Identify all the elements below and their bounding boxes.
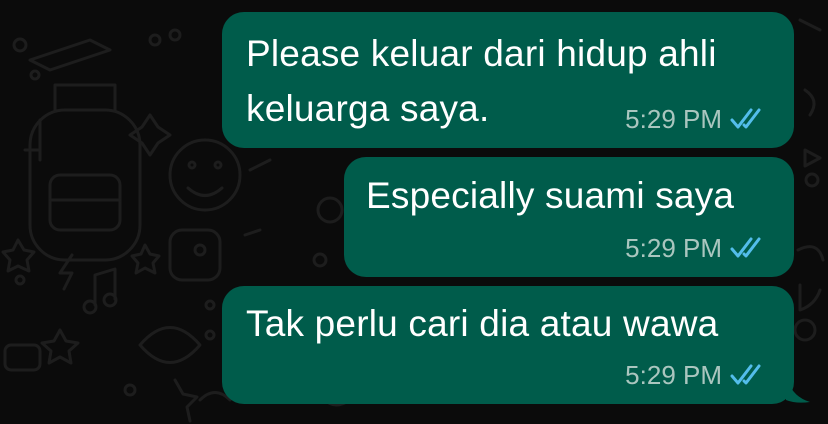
bubble-tail bbox=[786, 374, 810, 403]
message-text-3: Tak perlu cari dia atau wawa bbox=[246, 303, 719, 344]
message-time-2: 5:29 PM bbox=[625, 233, 722, 263]
double-check-read-icon bbox=[730, 108, 761, 129]
message-meta-3: 5:29 PM bbox=[625, 360, 766, 390]
double-check-read-icon bbox=[730, 364, 761, 385]
message-bubble-3[interactable]: Tak perlu cari dia atau wawa 5:29 PM bbox=[222, 286, 794, 404]
double-check-read-icon bbox=[730, 237, 761, 258]
message-meta-2: 5:29 PM bbox=[625, 233, 766, 263]
message-meta-1: 5:29 PM bbox=[625, 104, 766, 134]
message-text-2: Especially suami saya bbox=[366, 175, 735, 216]
message-bubble-1[interactable]: Please keluar dari hidup ahli keluarga s… bbox=[222, 12, 794, 148]
message-time-3: 5:29 PM bbox=[625, 360, 722, 390]
message-time-1: 5:29 PM bbox=[625, 104, 722, 134]
chat-background: Please keluar dari hidup ahli keluarga s… bbox=[0, 0, 828, 424]
message-bubble-2[interactable]: Especially suami saya 5:29 PM bbox=[344, 157, 794, 277]
